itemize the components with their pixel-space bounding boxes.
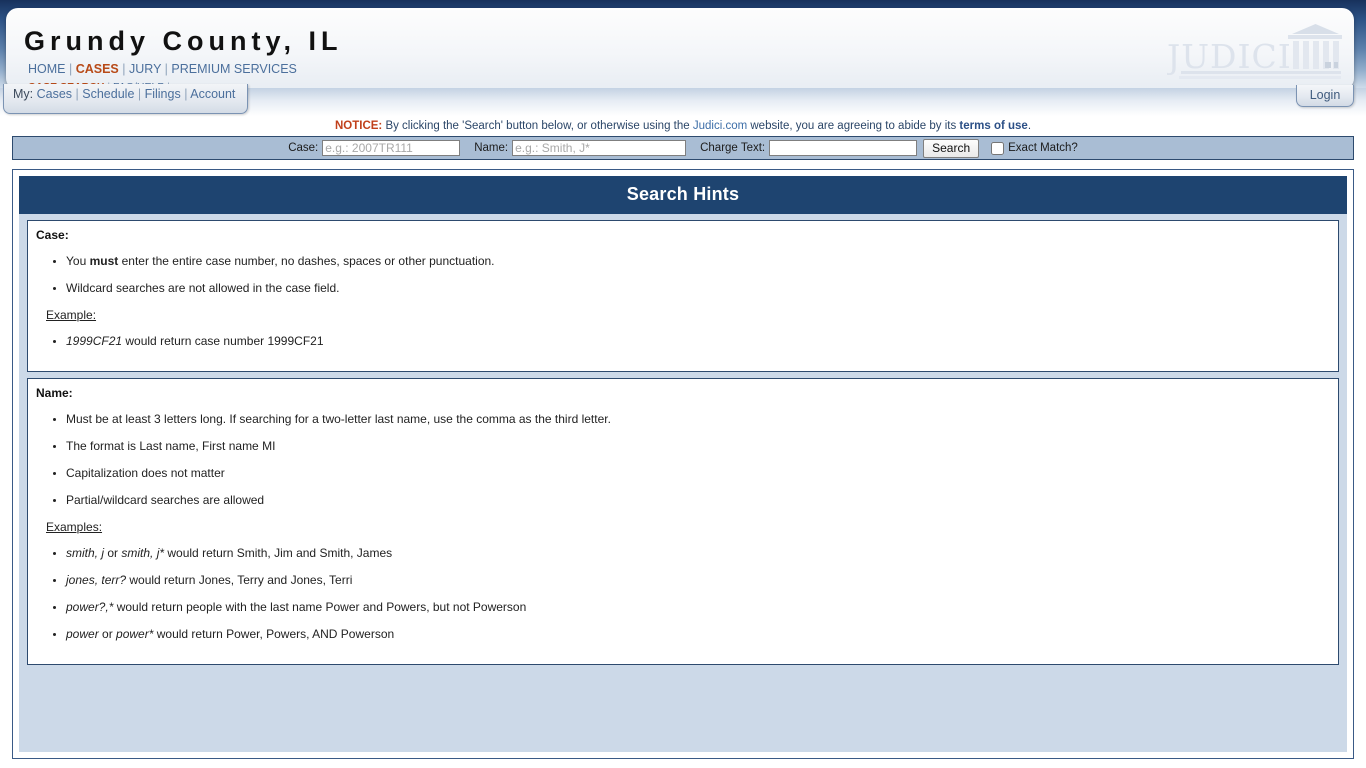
nav-home[interactable]: HOME [28, 62, 66, 76]
my-bar-prefix: My: [13, 87, 34, 101]
list-item: The format is Last name, First name MI [66, 439, 1330, 453]
list-item: 1999CF21 would return case number 1999CF… [66, 334, 1330, 348]
notice-text-2: website, you are agreeing to abide by it… [747, 120, 960, 132]
judici-logo[interactable]: JUDICI [1167, 24, 1342, 86]
notice-text-3: . [1027, 120, 1032, 132]
list-item: Wildcard searches are not allowed in the… [66, 281, 1330, 295]
notice-bar: NOTICE: By clicking the 'Search' button … [0, 116, 1366, 136]
exact-match-field[interactable]: Exact Match? [991, 141, 1078, 155]
list-item: power or power* would return Power, Powe… [66, 627, 1330, 641]
primary-nav: HOME | CASES | JURY | PREMIUM SERVICES [28, 62, 297, 76]
list-item: Must be at least 3 letters long. If sear… [66, 412, 1330, 426]
name-field-label: Name: [474, 142, 509, 154]
terms-of-use-link[interactable]: terms of use [959, 120, 1027, 132]
my-account-link[interactable]: Account [190, 87, 235, 101]
login-button[interactable]: Login [1296, 85, 1354, 107]
search-hints-container: Search Hints Case: You must enter the en… [12, 169, 1354, 759]
case-hints-list: You must enter the entire case number, n… [36, 254, 1330, 295]
notice-label: NOTICE: [334, 120, 383, 132]
case-input[interactable] [322, 140, 461, 156]
header-card: Grundy County, IL HOME | CASES | JURY | … [6, 8, 1354, 93]
name-hints-section: Name: Must be at least 3 letters long. I… [27, 378, 1339, 665]
name-input[interactable] [512, 140, 687, 156]
judici-site-link[interactable]: Judici.com [693, 120, 747, 132]
list-item: smith, j or smith, j* would return Smith… [66, 546, 1330, 560]
page-title: Grundy County, IL [24, 26, 343, 56]
exact-match-label: Exact Match? [1008, 142, 1078, 154]
list-item: Capitalization does not matter [66, 466, 1330, 480]
case-hints-section: Case: You must enter the entire case num… [27, 220, 1339, 372]
list-item: Partial/wildcard searches are allowed [66, 493, 1330, 507]
notice-text-1: By clicking the 'Search' button below, o… [382, 120, 693, 132]
name-hints-list: Must be at least 3 letters long. If sear… [36, 412, 1330, 507]
my-schedule-link[interactable]: Schedule [82, 87, 134, 101]
case-hints-heading: Case: [36, 228, 69, 242]
case-examples-list: 1999CF21 would return case number 1999CF… [36, 334, 1330, 348]
search-hints-title: Search Hints [19, 176, 1347, 214]
nav-jury[interactable]: JURY [129, 62, 161, 76]
my-filings-link[interactable]: Filings [145, 87, 181, 101]
list-item: You must enter the entire case number, n… [66, 254, 1330, 268]
list-item: power?,* would return people with the la… [66, 600, 1330, 614]
my-bar-row: My: Cases | Schedule | Filings | Account… [0, 84, 1366, 116]
charge-text-field-label: Charge Text: [700, 142, 766, 154]
list-item: jones, terr? would return Jones, Terry a… [66, 573, 1330, 587]
my-bar: My: Cases | Schedule | Filings | Account [3, 84, 249, 114]
nav-premium-services[interactable]: PREMIUM SERVICES [171, 62, 297, 76]
search-button[interactable]: Search [923, 138, 980, 158]
nav-cases[interactable]: CASES [76, 62, 119, 76]
name-examples-list: smith, j or smith, j* would return Smith… [36, 546, 1330, 641]
svg-text:JUDICI: JUDICI [1167, 37, 1292, 76]
my-cases-link[interactable]: Cases [37, 87, 72, 101]
exact-match-checkbox[interactable] [991, 141, 1005, 155]
search-hints-panel: Search Hints Case: You must enter the en… [19, 176, 1347, 752]
name-examples-label: Examples: [46, 520, 103, 534]
case-example-label: Example: [46, 308, 97, 322]
case-field-label: Case: [288, 142, 319, 154]
search-form: Case: Name: Charge Text: Search Exact Ma… [12, 136, 1354, 160]
courthouse-icon: JUDICI [1167, 24, 1342, 79]
top-banner: Grundy County, IL HOME | CASES | JURY | … [0, 0, 1366, 93]
name-hints-heading: Name: [36, 386, 73, 400]
charge-text-input[interactable] [769, 140, 918, 156]
